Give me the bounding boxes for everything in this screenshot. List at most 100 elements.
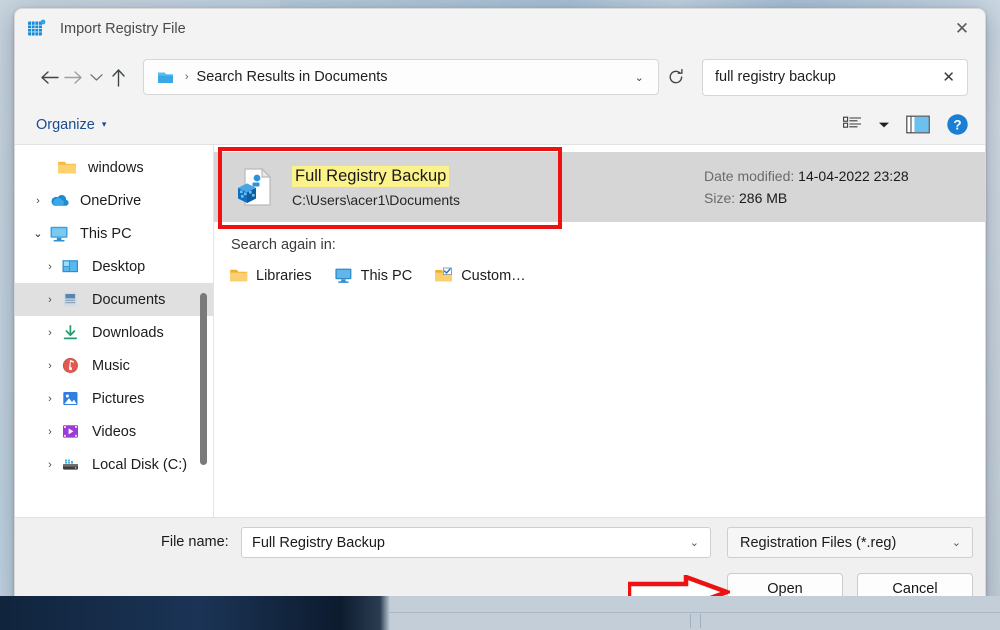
- search-again-libraries[interactable]: Libraries: [229, 267, 312, 284]
- sidebar-item-onedrive[interactable]: › OneDrive: [15, 184, 213, 217]
- taskbar-line: [390, 612, 1000, 613]
- dialog-body: windows › OneDrive ⌄ This PC › Desktop ›…: [15, 145, 985, 517]
- sidebar-item-label: This PC: [80, 225, 132, 242]
- sidebar-item-label: Videos: [92, 423, 137, 440]
- registry-file-icon: [232, 164, 278, 210]
- clear-search-icon[interactable]: ✕: [936, 68, 961, 86]
- view-options-chevron-down-icon[interactable]: [878, 121, 890, 129]
- desktop-taskbar-edge: [0, 596, 1000, 630]
- chevron-right-icon[interactable]: ›: [27, 195, 49, 207]
- registry-file-icon: [26, 18, 48, 40]
- file-name-label: File name:: [161, 534, 229, 550]
- sidebar-item-label: Downloads: [92, 324, 164, 341]
- libraries-folder-icon: [229, 267, 248, 284]
- recent-locations-button[interactable]: [86, 60, 106, 94]
- chevron-down-icon[interactable]: ⌄: [947, 536, 966, 549]
- command-bar: Organize ▾ ?: [15, 105, 985, 145]
- chevron-right-icon[interactable]: ›: [39, 360, 61, 372]
- breadcrumb[interactable]: Search Results in Documents: [197, 69, 627, 85]
- folder-icon: [156, 69, 175, 86]
- harddrive-icon: [61, 456, 83, 474]
- sidebar-item-documents[interactable]: › Documents: [15, 283, 213, 316]
- forward-button[interactable]: [61, 60, 85, 94]
- videos-icon: [61, 423, 83, 441]
- chevron-down-icon[interactable]: ⌄: [27, 227, 49, 240]
- file-name: Full Registry Backup: [292, 166, 450, 187]
- sidebar-item-windows[interactable]: windows: [15, 151, 213, 184]
- sidebar-item-local-disk-c[interactable]: › Local Disk (C:): [15, 448, 213, 481]
- refresh-icon[interactable]: [665, 60, 688, 94]
- address-bar[interactable]: › Search Results in Documents ⌄: [142, 59, 659, 95]
- desktop-icon: [61, 258, 83, 276]
- sidebar-item-label: Music: [92, 357, 130, 374]
- sidebar-item-downloads[interactable]: › Downloads: [15, 316, 213, 349]
- sidebar-item-desktop[interactable]: › Desktop: [15, 250, 213, 283]
- window-title: Import Registry File: [60, 21, 186, 37]
- chevron-right-icon[interactable]: ›: [39, 261, 61, 273]
- search-again-custom[interactable]: Custom…: [434, 267, 526, 284]
- date-modified-value: 14-04-2022 23:28: [798, 167, 909, 184]
- downloads-icon: [61, 324, 83, 342]
- close-icon[interactable]: ✕: [939, 9, 985, 49]
- up-button[interactable]: [106, 60, 130, 94]
- chevron-down-icon[interactable]: ⌄: [685, 536, 704, 549]
- documents-icon: [61, 291, 83, 309]
- chevron-down-icon[interactable]: ⌄: [627, 71, 652, 84]
- search-again-label-text: This PC: [360, 267, 413, 284]
- back-button[interactable]: [37, 60, 61, 94]
- chevron-right-icon[interactable]: ›: [39, 327, 61, 339]
- navigation-sidebar[interactable]: windows › OneDrive ⌄ This PC › Desktop ›…: [15, 145, 213, 517]
- preview-pane-icon[interactable]: [906, 115, 930, 134]
- import-registry-file-dialog: Import Registry File ✕ › Search Results …: [14, 8, 986, 616]
- sidebar-scrollbar-thumb[interactable]: [200, 293, 207, 465]
- file-type-select[interactable]: Registration Files (*.reg) ⌄: [727, 527, 973, 558]
- chevron-right-icon[interactable]: ›: [39, 393, 61, 405]
- file-date-modified: Date modified: 14-04-2022 23:28: [704, 165, 985, 187]
- thispc-icon: [334, 267, 353, 284]
- svg-text:?: ?: [953, 118, 961, 133]
- onedrive-icon: [49, 192, 71, 210]
- help-icon[interactable]: ?: [946, 113, 969, 136]
- search-again-label-text: Custom…: [461, 267, 526, 284]
- file-list[interactable]: Full Registry Backup C:\Users\acer1\Docu…: [214, 145, 985, 517]
- sidebar-item-videos[interactable]: › Videos: [15, 415, 213, 448]
- file-type-value[interactable]: Registration Files (*.reg): [740, 535, 947, 551]
- table-row[interactable]: Full Registry Backup C:\Users\acer1\Docu…: [214, 152, 985, 222]
- chevron-right-icon[interactable]: ›: [39, 459, 61, 471]
- file-meta: Full Registry Backup C:\Users\acer1\Docu…: [292, 166, 460, 208]
- organize-label: Organize: [36, 116, 95, 133]
- title-bar: Import Registry File ✕: [15, 9, 985, 49]
- search-again-label: Search again in:: [231, 237, 336, 253]
- date-modified-label: Date modified:: [704, 167, 795, 184]
- custom-folder-icon: [434, 267, 453, 284]
- pictures-icon: [61, 390, 83, 408]
- file-name-input[interactable]: Full Registry Backup ⌄: [241, 527, 711, 558]
- sidebar-item-pictures[interactable]: › Pictures: [15, 382, 213, 415]
- search-again-label-text: Libraries: [256, 267, 312, 284]
- sidebar-item-this-pc[interactable]: ⌄ This PC: [15, 217, 213, 250]
- search-value[interactable]: full registry backup: [715, 69, 936, 85]
- music-icon: [61, 357, 83, 375]
- chevron-right-icon[interactable]: ›: [39, 294, 61, 306]
- size-value: 286 MB: [739, 190, 788, 206]
- organize-button[interactable]: Organize ▾: [36, 117, 106, 133]
- sidebar-item-label: Local Disk (C:): [92, 456, 188, 473]
- search-again-row: Libraries This PC Custom…: [229, 267, 526, 284]
- sidebar-scrollbar[interactable]: [199, 145, 210, 517]
- file-path: C:\Users\acer1\Documents: [292, 191, 461, 208]
- breadcrumb-separator: ›: [184, 71, 189, 83]
- search-again-this-pc[interactable]: This PC: [334, 267, 413, 284]
- sidebar-item-label: Documents: [92, 291, 166, 308]
- navigation-bar: › Search Results in Documents ⌄ full reg…: [15, 49, 985, 105]
- view-options-icon[interactable]: [843, 116, 862, 133]
- sidebar-item-label: OneDrive: [80, 192, 142, 209]
- file-name-value[interactable]: Full Registry Backup: [252, 535, 685, 551]
- chevron-right-icon[interactable]: ›: [39, 426, 61, 438]
- search-input[interactable]: full registry backup ✕: [701, 58, 968, 96]
- file-size: Size: 286 MB: [704, 187, 985, 209]
- sidebar-item-label: Desktop: [92, 258, 146, 275]
- taskbar-tick: [690, 614, 691, 628]
- folder-icon: [57, 159, 79, 177]
- sidebar-item-music[interactable]: › Music: [15, 349, 213, 382]
- size-label: Size:: [704, 190, 736, 206]
